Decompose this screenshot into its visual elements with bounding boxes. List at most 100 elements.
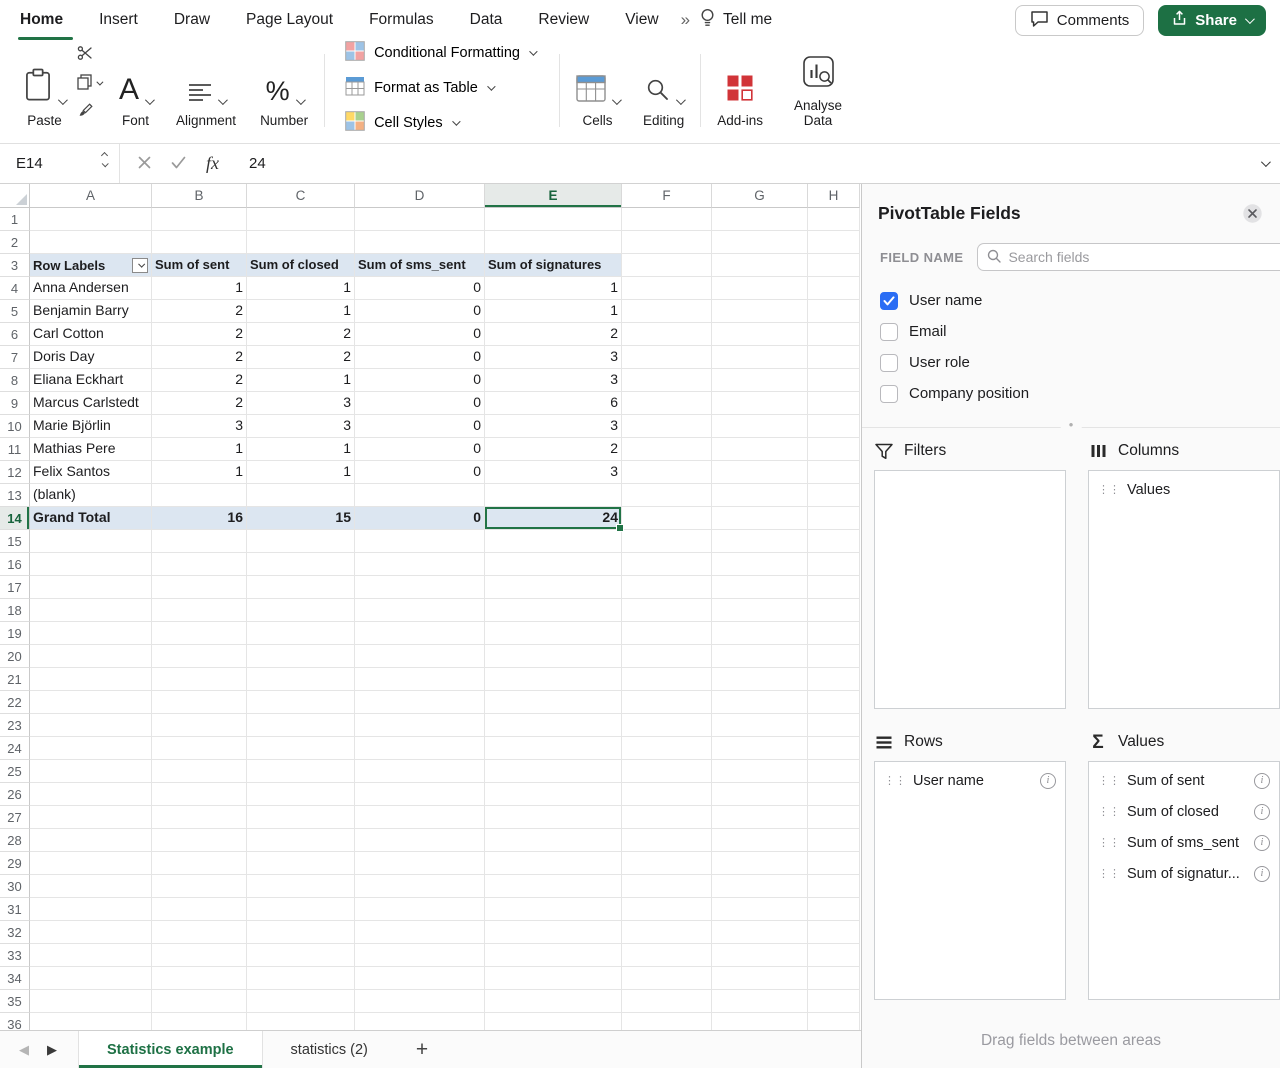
cell-styles-button[interactable]: Cell Styles: [345, 109, 535, 137]
cell-E24[interactable]: [485, 737, 622, 760]
name-box-stepper[interactable]: [102, 153, 107, 167]
cell-H2[interactable]: [808, 231, 860, 254]
cell-F29[interactable]: [622, 852, 712, 875]
cell-F11[interactable]: [622, 438, 712, 461]
col-header-F[interactable]: F: [622, 184, 712, 208]
filters-drop-box[interactable]: [874, 470, 1066, 709]
cell-H35[interactable]: [808, 990, 860, 1013]
cell-C24[interactable]: [247, 737, 355, 760]
cell-D11[interactable]: 0: [355, 438, 485, 461]
cell-G7[interactable]: [712, 346, 808, 369]
cell-C22[interactable]: [247, 691, 355, 714]
cell-G17[interactable]: [712, 576, 808, 599]
cell-C26[interactable]: [247, 783, 355, 806]
cell-D16[interactable]: [355, 553, 485, 576]
cell-B9[interactable]: 2: [152, 392, 247, 415]
paste-button[interactable]: Paste: [12, 42, 77, 139]
row-header-2[interactable]: 2: [0, 231, 30, 254]
cell-D20[interactable]: [355, 645, 485, 668]
cell-A10[interactable]: Marie Björlin: [30, 415, 152, 438]
field-row-user-name[interactable]: User name: [880, 285, 1262, 316]
cell-F8[interactable]: [622, 369, 712, 392]
format-as-table-button[interactable]: Format as Table: [345, 74, 535, 102]
cell-C32[interactable]: [247, 921, 355, 944]
cell-B31[interactable]: [152, 898, 247, 921]
cell-D32[interactable]: [355, 921, 485, 944]
drag-handle-icon[interactable]: ⋮⋮: [1098, 836, 1120, 849]
cell-E27[interactable]: [485, 806, 622, 829]
field-row-company-position[interactable]: Company position: [880, 378, 1262, 409]
cell-A14[interactable]: Grand Total: [30, 507, 152, 530]
cell-H22[interactable]: [808, 691, 860, 714]
cell-G10[interactable]: [712, 415, 808, 438]
row-header-4[interactable]: 4: [0, 277, 30, 300]
cell-A13[interactable]: (blank): [30, 484, 152, 507]
cell-D28[interactable]: [355, 829, 485, 852]
pivot-field-item-sum-of-sent[interactable]: ⋮⋮Sum of senti: [1089, 765, 1279, 796]
cell-D23[interactable]: [355, 714, 485, 737]
cell-F13[interactable]: [622, 484, 712, 507]
cell-B19[interactable]: [152, 622, 247, 645]
cell-A11[interactable]: Mathias Pere: [30, 438, 152, 461]
cell-H14[interactable]: [808, 507, 860, 530]
cell-B20[interactable]: [152, 645, 247, 668]
cell-F3[interactable]: [622, 254, 712, 277]
unchecked-checkbox[interactable]: [880, 323, 898, 341]
cell-D3[interactable]: Sum of sms_sent: [355, 254, 485, 277]
row-header-15[interactable]: 15: [0, 530, 30, 553]
checked-checkbox[interactable]: [880, 292, 898, 310]
cell-G12[interactable]: [712, 461, 808, 484]
cell-A2[interactable]: [30, 231, 152, 254]
cell-C23[interactable]: [247, 714, 355, 737]
menu-tab-insert[interactable]: Insert: [81, 0, 156, 40]
cell-D18[interactable]: [355, 599, 485, 622]
cell-E7[interactable]: 3: [485, 346, 622, 369]
cell-G11[interactable]: [712, 438, 808, 461]
cell-E25[interactable]: [485, 760, 622, 783]
cell-D4[interactable]: 0: [355, 277, 485, 300]
cell-B35[interactable]: [152, 990, 247, 1013]
cell-G16[interactable]: [712, 553, 808, 576]
row-header-26[interactable]: 26: [0, 783, 30, 806]
cell-E34[interactable]: [485, 967, 622, 990]
cell-F33[interactable]: [622, 944, 712, 967]
row-header-11[interactable]: 11: [0, 438, 30, 461]
pivot-field-item-values[interactable]: ⋮⋮Values: [1089, 474, 1279, 505]
row-header-36[interactable]: 36: [0, 1013, 30, 1030]
cell-C2[interactable]: [247, 231, 355, 254]
row-header-14[interactable]: 14: [0, 507, 30, 530]
cell-B11[interactable]: 1: [152, 438, 247, 461]
cell-B21[interactable]: [152, 668, 247, 691]
row-header-35[interactable]: 35: [0, 990, 30, 1013]
cell-H6[interactable]: [808, 323, 860, 346]
cell-C31[interactable]: [247, 898, 355, 921]
cell-F1[interactable]: [622, 208, 712, 231]
cell-A34[interactable]: [30, 967, 152, 990]
cell-A26[interactable]: [30, 783, 152, 806]
cell-C1[interactable]: [247, 208, 355, 231]
cell-F32[interactable]: [622, 921, 712, 944]
cell-D17[interactable]: [355, 576, 485, 599]
cell-A18[interactable]: [30, 599, 152, 622]
cell-A22[interactable]: [30, 691, 152, 714]
cell-C9[interactable]: 3: [247, 392, 355, 415]
cell-F19[interactable]: [622, 622, 712, 645]
cell-E31[interactable]: [485, 898, 622, 921]
pivot-field-item-sum-of-sms-sent[interactable]: ⋮⋮Sum of sms_senti: [1089, 827, 1279, 858]
cell-G3[interactable]: [712, 254, 808, 277]
cell-A30[interactable]: [30, 875, 152, 898]
cancel-entry-icon[interactable]: [138, 156, 151, 172]
cell-B13[interactable]: [152, 484, 247, 507]
pivot-field-item-sum-of-signatur[interactable]: ⋮⋮Sum of signatur...i: [1089, 858, 1279, 889]
cell-E10[interactable]: 3: [485, 415, 622, 438]
menu-tab-data[interactable]: Data: [452, 0, 521, 40]
cell-D14[interactable]: 0: [355, 507, 485, 530]
pivot-field-item-sum-of-closed[interactable]: ⋮⋮Sum of closedi: [1089, 796, 1279, 827]
cell-F31[interactable]: [622, 898, 712, 921]
row-labels-filter-button[interactable]: [132, 258, 148, 273]
cell-B16[interactable]: [152, 553, 247, 576]
cell-A1[interactable]: [30, 208, 152, 231]
cell-G4[interactable]: [712, 277, 808, 300]
row-header-7[interactable]: 7: [0, 346, 30, 369]
info-icon[interactable]: i: [1254, 773, 1270, 789]
